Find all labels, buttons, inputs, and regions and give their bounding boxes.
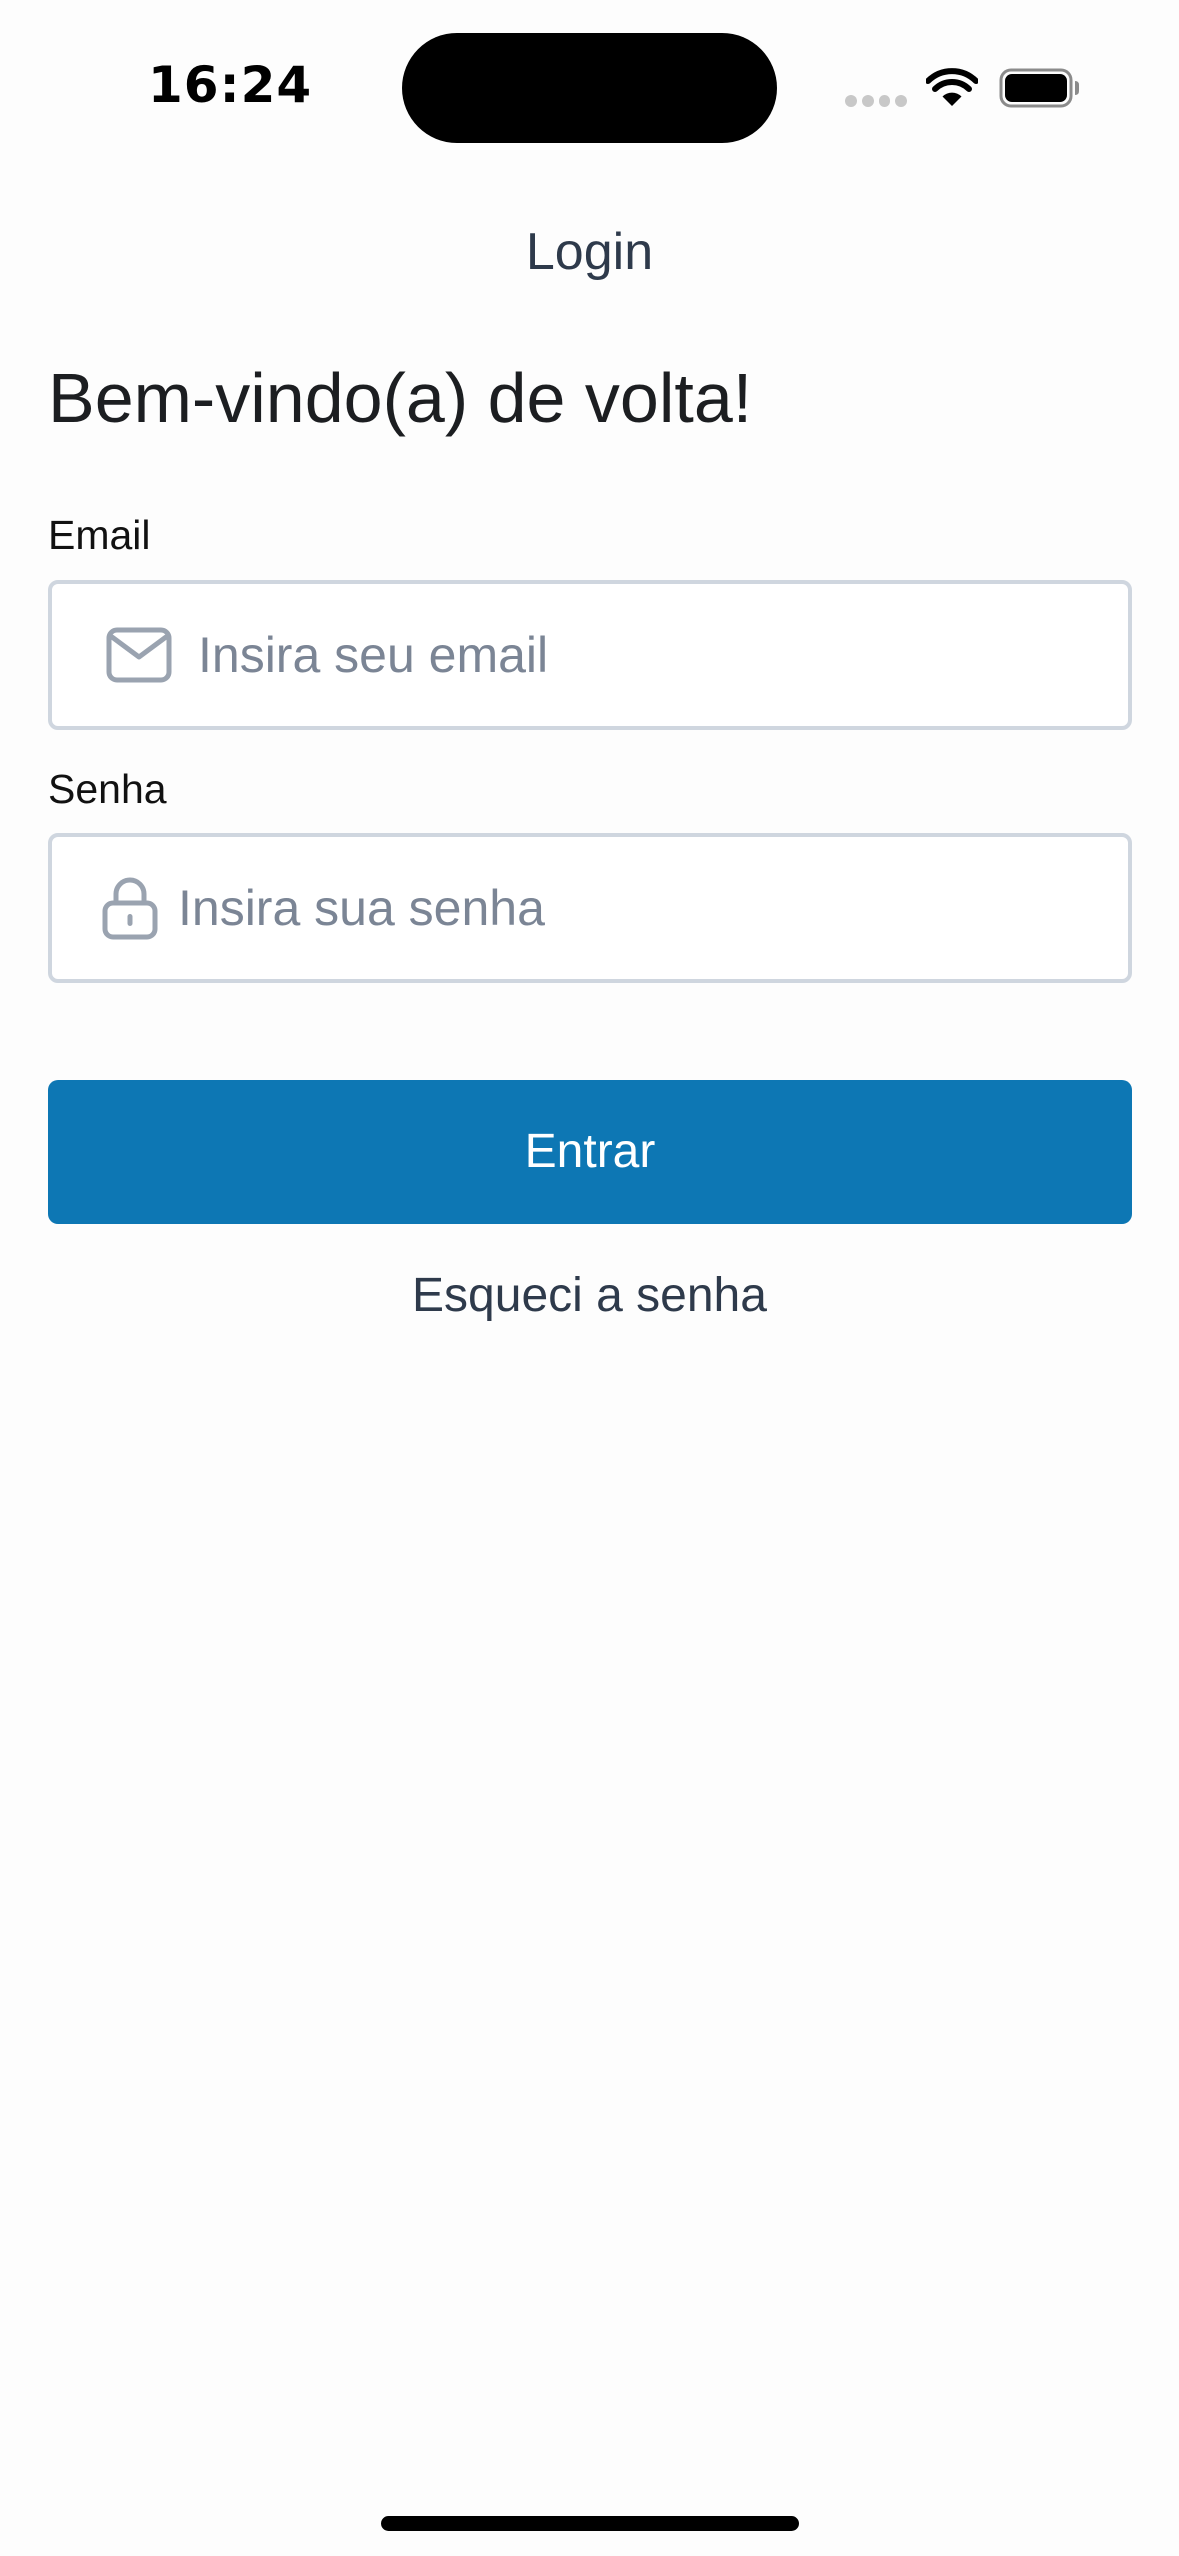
- login-button[interactable]: Entrar: [48, 1080, 1132, 1224]
- home-indicator[interactable]: [381, 2516, 799, 2531]
- cellular-signal-icon: [845, 95, 907, 107]
- password-field[interactable]: Insira sua senha: [48, 833, 1132, 983]
- email-field[interactable]: Insira seu email: [48, 580, 1132, 730]
- password-label: Senha: [48, 766, 167, 812]
- status-time: 16:24: [148, 56, 313, 114]
- dynamic-island: [402, 33, 777, 143]
- email-label: Email: [48, 512, 151, 558]
- battery-icon: [999, 68, 1079, 108]
- page-heading: Bem-vindo(a) de volta!: [48, 359, 753, 437]
- nav-title: Login: [525, 223, 654, 281]
- forgot-password-link[interactable]: Esqueci a senha: [0, 1268, 1179, 1323]
- wifi-icon: [926, 68, 978, 106]
- lock-icon: [102, 877, 158, 940]
- password-input[interactable]: Insira sua senha: [178, 837, 545, 979]
- email-input[interactable]: Insira seu email: [198, 584, 548, 726]
- envelope-icon: [106, 627, 172, 683]
